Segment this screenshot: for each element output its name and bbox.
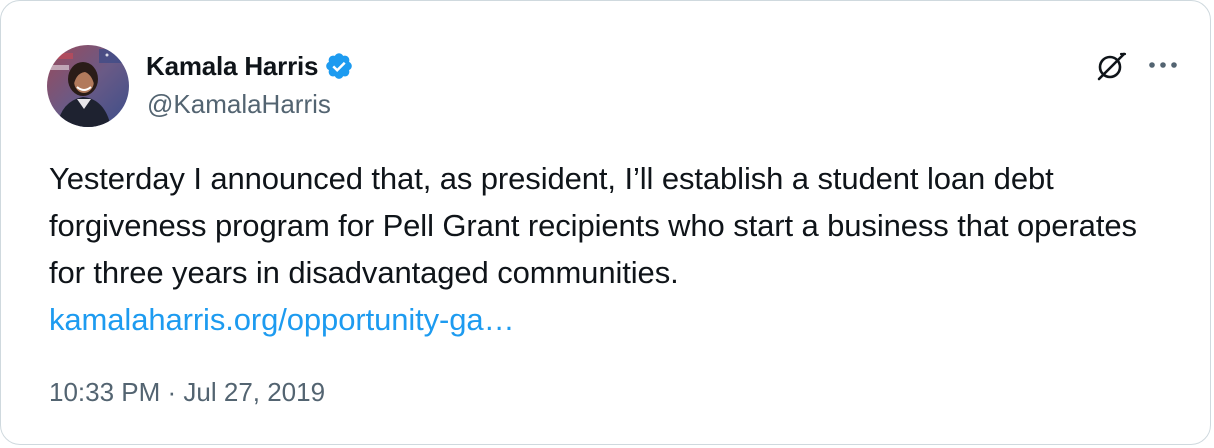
grok-icon[interactable] — [1093, 49, 1129, 85]
author-name-row: Kamala Harris — [146, 49, 354, 83]
tweet-text: Yesterday I announced that, as president… — [49, 161, 1137, 290]
avatar-photo — [47, 45, 129, 127]
tweet-card[interactable]: Kamala Harris @KamalaHarris Yesterday I … — [0, 0, 1211, 445]
tweet-link[interactable]: kamalaharris.org/opportunity-ga… — [49, 296, 1179, 343]
avatar[interactable] — [47, 45, 129, 127]
verified-badge-icon — [324, 51, 354, 81]
more-options-icon[interactable] — [1145, 53, 1181, 77]
tweet-body: Yesterday I announced that, as president… — [49, 155, 1179, 343]
author-display-name[interactable]: Kamala Harris — [146, 51, 318, 82]
author-handle[interactable]: @KamalaHarris — [147, 89, 331, 120]
tweet-timestamp[interactable]: 10:33 PM · Jul 27, 2019 — [49, 377, 325, 408]
